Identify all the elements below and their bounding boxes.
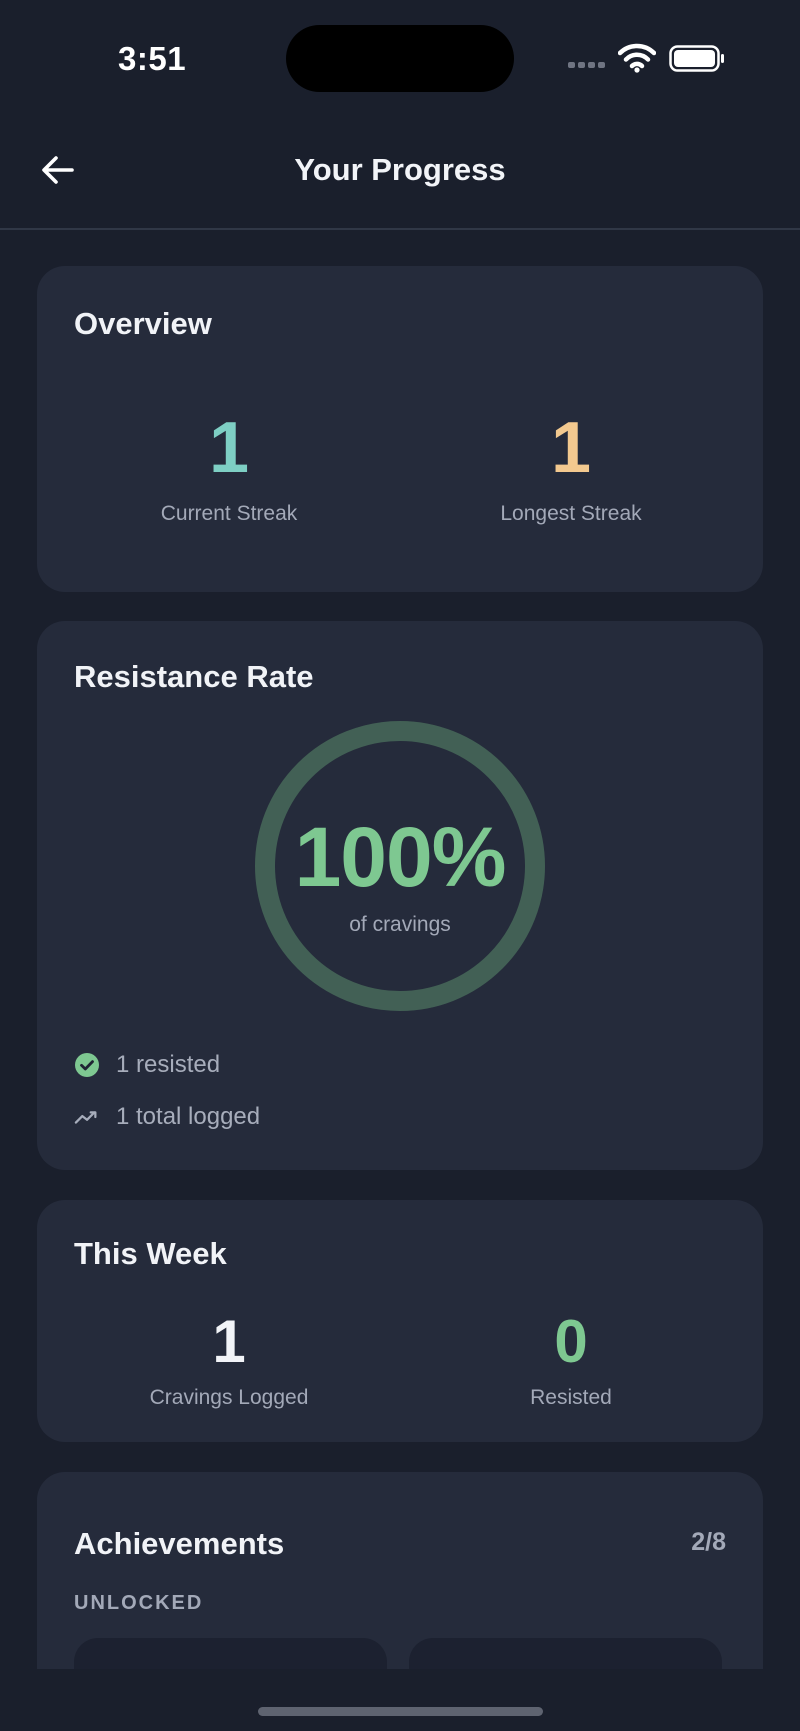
bottom-safe-area [0, 1669, 800, 1731]
resisted-text: 1 resisted [116, 1051, 221, 1078]
longest-streak-stat: 1 Longest Streak [421, 412, 721, 526]
achievements-count: 2/8 [691, 1528, 726, 1556]
week-resisted-value: 0 [554, 1308, 588, 1375]
week-resisted-label: Resisted [530, 1386, 612, 1409]
current-streak-value: 1 [208, 408, 250, 488]
this-week-title: This Week [74, 1236, 227, 1271]
progress-screen: 3:51 Your Progress Overview 1 Current St… [0, 0, 800, 1731]
unlocked-section-label: UNLOCKED [74, 1592, 204, 1614]
longest-streak-label: Longest Streak [500, 502, 642, 525]
check-circle-icon [74, 1052, 100, 1078]
resistance-percent: 100% [294, 810, 507, 904]
overview-title: Overview [74, 306, 212, 341]
wifi-icon [618, 43, 656, 73]
cravings-logged-stat: 1 Cravings Logged [79, 1312, 379, 1410]
cravings-logged-label: Cravings Logged [149, 1386, 309, 1409]
cravings-logged-value: 1 [212, 1308, 246, 1375]
resistance-rate-card: Resistance Rate 100% of cravings 1 resis… [37, 621, 763, 1170]
current-streak-label: Current Streak [160, 502, 298, 525]
nav-header: Your Progress [0, 118, 800, 230]
status-bar: 3:51 [0, 0, 800, 110]
overview-card: Overview 1 Current Streak 1 Longest Stre… [37, 266, 763, 592]
resistance-subtitle: of cravings [349, 913, 451, 936]
signal-icon [568, 62, 608, 70]
page-title: Your Progress [294, 152, 506, 187]
week-resisted-stat: 0 Resisted [421, 1312, 721, 1410]
home-indicator[interactable] [258, 1707, 543, 1716]
total-logged-row: 1 total logged [74, 1103, 260, 1131]
this-week-card: This Week 1 Cravings Logged 0 Resisted [37, 1200, 763, 1442]
dynamic-island [286, 25, 514, 92]
trend-line-icon [74, 1104, 100, 1130]
achievements-title: Achievements [74, 1526, 285, 1561]
resisted-row: 1 resisted [74, 1051, 220, 1079]
status-time: 3:51 [118, 40, 187, 77]
total-logged-text: 1 total logged [116, 1103, 261, 1130]
resistance-title: Resistance Rate [74, 659, 314, 694]
longest-streak-value: 1 [550, 408, 592, 488]
battery-icon [669, 45, 724, 72]
current-streak-stat: 1 Current Streak [79, 412, 379, 526]
